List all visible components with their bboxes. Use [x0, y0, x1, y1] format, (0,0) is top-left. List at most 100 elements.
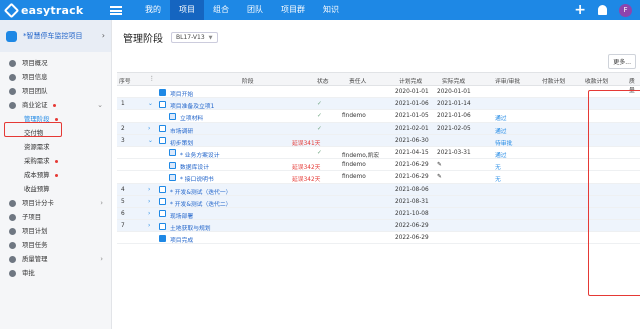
- expand-toggle-icon[interactable]: ›: [148, 187, 150, 193]
- review-status-cell[interactable]: 通过: [495, 150, 507, 159]
- red-dot-indicator: [54, 117, 58, 121]
- owner-cell: findemo: [342, 162, 366, 169]
- nav-item[interactable]: 组合: [204, 0, 238, 20]
- actual-done-cell[interactable]: 2021-02-05: [437, 126, 471, 132]
- review-status-cell[interactable]: 无: [495, 162, 501, 171]
- task-icon: [159, 186, 166, 193]
- stage-name-link[interactable]: 立项材料: [180, 113, 203, 122]
- table-row[interactable]: 1 ⌄ 项目准备及立项1 ✓ 2021-01-06 2021-01-14: [117, 98, 640, 111]
- column-settings-icon[interactable]: ⋮: [149, 76, 155, 82]
- project-name: *智慧停车监控项目: [23, 32, 83, 40]
- stage-name-link[interactable]: 土地获取与规划: [170, 223, 211, 232]
- stage-name-link[interactable]: 初步策划: [170, 138, 193, 147]
- table-row[interactable]: 4 › * 开发&测试（迭代一） 2021-08-06: [117, 183, 640, 196]
- expand-toggle-icon[interactable]: ›: [148, 211, 150, 217]
- actual-done-cell[interactable]: 2020-01-01: [437, 89, 471, 95]
- stage-name-link[interactable]: * 接口说明书: [180, 174, 214, 183]
- user-avatar[interactable]: F: [619, 3, 632, 17]
- review-status-cell[interactable]: 通过: [495, 126, 507, 135]
- stage-table: 序号 ⋮ 阶段 状态 责任人 计划完成 实际完成 评审/审批 付款计划 收款计划…: [117, 72, 640, 245]
- table-row[interactable]: 5 › * 开发&测试（迭代二） 2021-08-31: [117, 195, 640, 208]
- status-cell: 延误342天: [292, 165, 321, 172]
- stage-name-link[interactable]: * 开发&测试（迭代一）: [170, 187, 231, 196]
- menu-toggle-icon[interactable]: [110, 5, 122, 15]
- table-row[interactable]: 项目开始 2020-01-01 2020-01-01: [117, 86, 640, 99]
- chevron-icon[interactable]: ›: [100, 196, 103, 210]
- table-body: 项目开始 2020-01-01 2020-01-01 1 ⌄ 项目准备及立项1 ✓ 2021-…: [117, 86, 640, 245]
- sidebar-item[interactable]: 项目任务: [0, 238, 111, 252]
- table-row[interactable]: 2 › 市场调研 ✓ 2021-02-01 2021-02-05 通过: [117, 122, 640, 135]
- sidebar-item[interactable]: 资源需求: [0, 140, 111, 154]
- stage-name-link[interactable]: * 业务方案设计: [180, 150, 220, 159]
- chevron-icon[interactable]: ›: [100, 252, 103, 266]
- sidebar-item[interactable]: 质量管理 ›: [0, 252, 111, 266]
- flag-icon: [9, 101, 16, 109]
- nav-item[interactable]: 项目: [170, 0, 204, 20]
- notification-bell-icon[interactable]: [598, 5, 607, 15]
- expand-toggle-icon[interactable]: ›: [148, 223, 150, 229]
- expand-toggle-icon[interactable]: ⌄: [148, 101, 153, 107]
- actual-done-cell[interactable]: 2021-01-06: [437, 113, 471, 119]
- review-status-cell[interactable]: 无: [495, 174, 501, 183]
- sidebar-item[interactable]: 子项目: [0, 210, 111, 224]
- expand-toggle-icon[interactable]: ›: [148, 126, 150, 132]
- sidebar-item[interactable]: 审批: [0, 266, 111, 280]
- nav-item[interactable]: 团队: [238, 0, 272, 20]
- table-row[interactable]: 7 › 土地获取与规划 2022-06-29: [117, 220, 640, 233]
- stage-name-link[interactable]: 现场部署: [170, 211, 193, 220]
- app-logo[interactable]: easytrack: [0, 2, 110, 18]
- more-button[interactable]: 更多...: [608, 54, 636, 69]
- sidebar-item-label: 项目计划: [22, 227, 48, 235]
- table-row[interactable]: 立项材料 ✓ findemo 2021-01-05 2021-01-06 通过: [117, 110, 640, 123]
- status-cell: ✓: [317, 149, 322, 156]
- sidebar-item[interactable]: 成本预算: [0, 168, 111, 182]
- main-content: 管理阶段 BL17-V13 ▼ 更多... 序号 ⋮ 阶段 状态 责任人 计划完成…: [113, 20, 640, 329]
- table-row[interactable]: 数据库设计 延误342天 findemo 2021-06-29 ✎ 无: [117, 159, 640, 172]
- actual-done-cell[interactable]: 2021-01-14: [437, 101, 471, 107]
- table-row[interactable]: 3 ⌄ 初步策划 延误341天 2021-06-30 待审批: [117, 134, 640, 147]
- stage-name-link[interactable]: 市场调研: [170, 126, 193, 135]
- stage-name-link[interactable]: 项目准备及立项1: [170, 101, 214, 110]
- plan-done-cell: 2022-06-29: [395, 235, 429, 242]
- review-status-cell[interactable]: 待审批: [495, 138, 512, 147]
- stage-name-link[interactable]: 项目开始: [170, 89, 193, 98]
- sidebar-item-label: 项目概况: [22, 59, 48, 67]
- stage-name-link[interactable]: 项目完成: [170, 235, 193, 244]
- sidebar-item[interactable]: 项目计分卡 ›: [0, 196, 111, 210]
- project-switcher[interactable]: *智慧停车监控项目 ›: [0, 20, 111, 52]
- sidebar-item[interactable]: 项目团队: [0, 84, 111, 98]
- table-row[interactable]: * 接口说明书 延误342天 findemo 2021-06-29 ✎ 无: [117, 171, 640, 184]
- nav-item[interactable]: 知识: [314, 0, 348, 20]
- sidebar-item[interactable]: 采购需求: [0, 154, 111, 168]
- task-icon: [159, 125, 166, 133]
- status-cell: ✓: [317, 113, 322, 120]
- actual-done-cell[interactable]: ✎: [437, 174, 442, 180]
- table-row[interactable]: 项目完成 2022-06-29: [117, 232, 640, 245]
- nav-item[interactable]: 项目群: [272, 0, 314, 20]
- top-navigation-bar: easytrack 我的 项目 组合 团队 项目群 知识 + F: [0, 0, 640, 20]
- chevron-right-icon[interactable]: ›: [102, 31, 105, 40]
- task-icon: [159, 100, 166, 108]
- add-icon[interactable]: +: [574, 0, 586, 20]
- chevron-icon[interactable]: ⌄: [97, 98, 103, 112]
- plan-done-cell: 2021-10-08: [395, 210, 429, 217]
- status-cell: ✓: [317, 101, 322, 108]
- main-nav: 我的 项目 组合 团队 项目群 知识: [136, 0, 348, 20]
- version-select[interactable]: BL17-V13 ▼: [171, 32, 218, 43]
- table-row[interactable]: 6 › 现场部署 2021-10-08: [117, 207, 640, 221]
- expand-toggle-icon[interactable]: ›: [148, 199, 150, 205]
- actual-done-cell[interactable]: 2021-03-31: [437, 150, 471, 156]
- stage-name-link[interactable]: * 开发&测试（迭代二）: [170, 199, 231, 208]
- sidebar-item[interactable]: 项目概况: [0, 56, 111, 70]
- actual-done-cell[interactable]: ✎: [437, 162, 442, 168]
- sidebar-item[interactable]: 项目信息: [0, 70, 111, 84]
- sidebar-item[interactable]: 商业论证 ⌄: [0, 98, 111, 112]
- nav-item[interactable]: 我的: [136, 0, 170, 20]
- header-stage: 阶段: [242, 79, 254, 85]
- stage-name-link[interactable]: 数据库设计: [180, 162, 209, 171]
- table-row[interactable]: * 业务方案设计 ✓ findemo,凯宏 2021-04-15 2021-03-31 通…: [117, 147, 640, 160]
- sidebar-item[interactable]: 收益预算: [0, 182, 111, 196]
- expand-toggle-icon[interactable]: ⌄: [148, 138, 153, 144]
- review-status-cell[interactable]: 通过: [495, 113, 507, 122]
- sidebar-item[interactable]: 项目计划: [0, 224, 111, 238]
